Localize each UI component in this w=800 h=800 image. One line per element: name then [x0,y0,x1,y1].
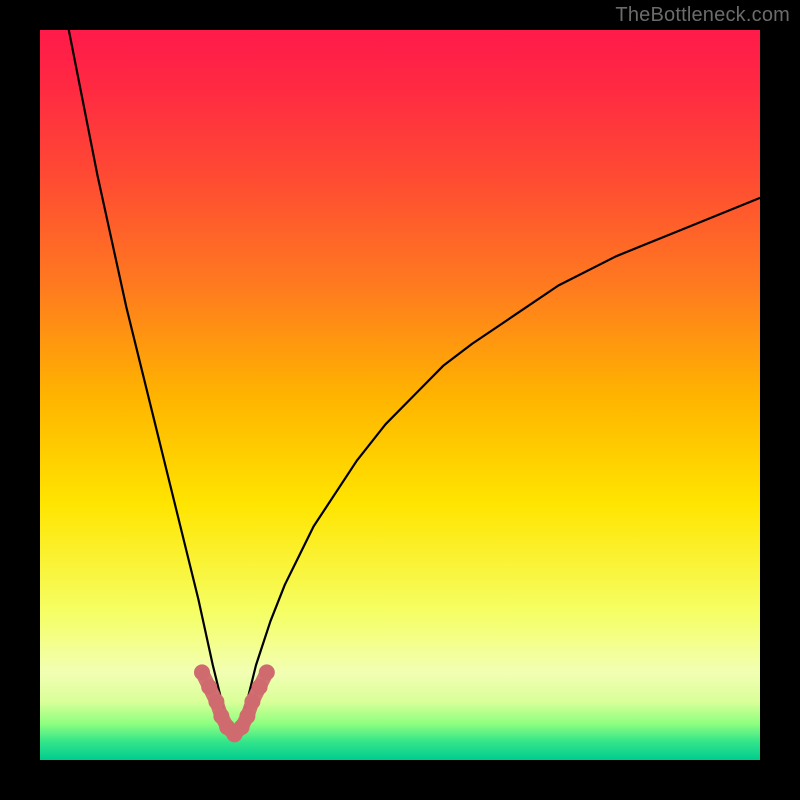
sweet-spot-point [239,708,255,724]
sweet-spot-point [252,679,268,695]
chart-frame: TheBottleneck.com [0,0,800,800]
sweet-spot-point [259,664,275,680]
sweet-spot-point [208,694,224,710]
sweet-spot-point [201,679,217,695]
watermark-text: TheBottleneck.com [615,4,790,27]
sweet-spot-point [244,694,260,710]
bottleneck-chart [0,0,800,800]
sweet-spot-point [194,664,210,680]
